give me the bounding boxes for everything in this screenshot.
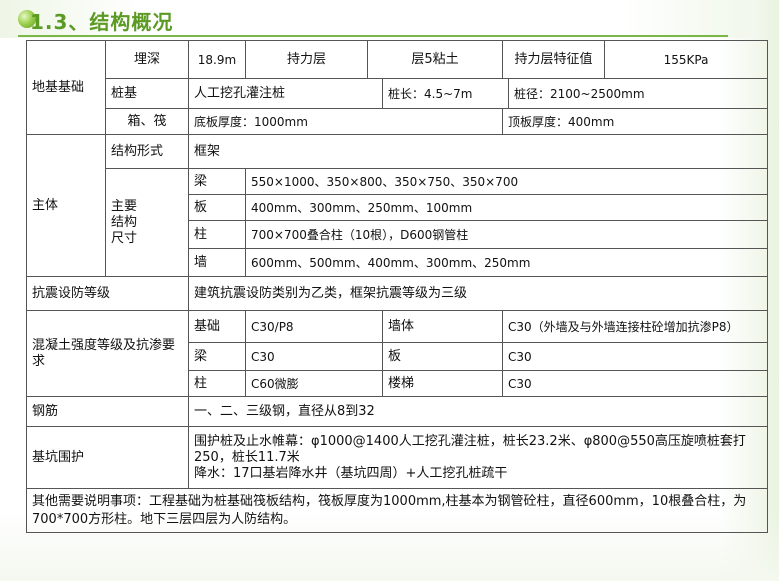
- form-value: 框架: [187, 134, 769, 169]
- concrete-item-value: C30: [501, 370, 769, 397]
- size-item-value: 600mm、500mm、400mm、300mm、250mm: [244, 248, 769, 277]
- bearing-layer-value: 层5粘土: [367, 40, 503, 79]
- pile-length: 桩长：4.5~7m: [382, 78, 509, 109]
- form-label: 结构形式: [105, 134, 189, 169]
- concrete-item-value: C30: [501, 342, 769, 371]
- table-row: 箱、筏 底板厚度：1000mm 顶板厚度：400mm: [27, 108, 769, 135]
- size-item-value: 550×1000、350×800、350×750、350×700: [244, 168, 769, 195]
- size-label-line: 主要: [111, 198, 138, 214]
- structure-table: 地基基础 埋深 18.9m 持力层 层5粘土 持力层特征值 155KPa 桩基 …: [25, 40, 769, 533]
- size-item-label: 墙: [188, 248, 246, 277]
- table-row: 抗震设防等级 建筑抗震设防类别为乙类，框架抗震等级为三级: [26, 276, 769, 311]
- concrete-item-label: 板: [382, 342, 503, 371]
- concrete-item-value: C30（外墙及与外墙连接柱砼增加抗渗P8）: [501, 310, 769, 343]
- concrete-label: 混凝土强度等级及抗渗要求: [26, 310, 189, 397]
- size-label-line: 结构: [111, 214, 138, 230]
- rebar-value: 一、二、三级钢，直径从8到32: [187, 396, 769, 427]
- size-label-line: 尺寸: [111, 230, 138, 246]
- concrete-item-value: C60微膨: [245, 370, 383, 397]
- table-row: 主要 结构 尺寸 梁 550×1000、350×800、350×750、350×…: [27, 168, 769, 277]
- table-row: 基坑围护 围护桩及止水帷幕：φ1000@1400人工挖孔灌注桩，桩长23.2米、…: [26, 426, 769, 489]
- concrete-item-label: 墙体: [382, 310, 503, 343]
- size-item-value: 700×700叠合柱（10根），D600钢管柱: [244, 220, 769, 249]
- table-row: 主体 结构形式 框架: [26, 134, 769, 277]
- depth-value: 18.9m: [188, 40, 246, 79]
- concrete-item-label: 梁: [188, 342, 246, 371]
- pile-value: 人工挖孔灌注桩: [188, 78, 383, 109]
- seismic-value: 建筑抗震设防类别为乙类，框架抗震等级为三级: [187, 276, 769, 311]
- page-title: 1.3、结构概况: [30, 10, 174, 34]
- table-row: 钢筋 一、二、三级钢，直径从8到32: [26, 396, 769, 427]
- concrete-item-label: 基础: [188, 310, 246, 343]
- pile-label: 桩基: [105, 78, 189, 109]
- table-row: 桩基 人工挖孔灌注桩 桩长：4.5~7m 桩径：2100~2500mm: [27, 78, 769, 109]
- box-label: 箱、筏: [105, 108, 189, 135]
- seismic-label: 抗震设防等级: [26, 276, 189, 311]
- size-label: 主要 结构 尺寸: [105, 168, 189, 277]
- size-item-label: 板: [188, 194, 246, 221]
- table-row: 地基基础 埋深 18.9m 持力层 层5粘土 持力层特征值 155KPa: [26, 40, 769, 135]
- size-item-label: 柱: [188, 220, 246, 249]
- concrete-item-value: C30/P8: [245, 310, 383, 343]
- table-row: 其他需要说明事项：工程基础为桩基础筏板结构，筏板厚度为1000mm,柱基本为钢管…: [25, 488, 769, 533]
- bearing-char-value: 155KPa: [604, 40, 769, 79]
- main-body-label: 主体: [26, 134, 106, 277]
- pit-line: 围护桩及止水帷幕：φ1000@1400人工挖孔灌注桩，桩长23.2米、φ800@…: [194, 433, 746, 465]
- title-divider: [18, 35, 728, 37]
- bearing-char-label: 持力层特征值: [501, 40, 606, 79]
- size-item-value: 400mm、300mm、250mm、100mm: [244, 194, 769, 221]
- base-thickness: 底板厚度：1000mm: [188, 108, 503, 135]
- concrete-item-value: C30: [245, 342, 383, 371]
- table-row: 混凝土强度等级及抗渗要求 基础 C30/P8 墙体 C30（外墙及与外墙连接柱砼…: [26, 310, 769, 397]
- rebar-label: 钢筋: [26, 396, 189, 427]
- top-thickness: 顶板厚度：400mm: [501, 108, 769, 135]
- size-item-label: 梁: [188, 168, 246, 195]
- depth-label: 埋深: [105, 40, 189, 79]
- pit-line: 降水：17口基岩降水井（基坑四周）+人工挖孔桩疏干: [194, 465, 508, 481]
- note-text: 其他需要说明事项：工程基础为桩基础筏板结构，筏板厚度为1000mm,柱基本为钢管…: [25, 488, 769, 533]
- concrete-item-label: 柱: [188, 370, 246, 397]
- pit-value: 围护桩及止水帷幕：φ1000@1400人工挖孔灌注桩，桩长23.2米、φ800@…: [187, 426, 769, 489]
- concrete-item-label: 楼梯: [382, 370, 503, 397]
- pit-label: 基坑围护: [26, 426, 189, 489]
- bearing-layer-label: 持力层: [245, 40, 368, 79]
- pile-diameter: 桩径：2100~2500mm: [507, 78, 769, 109]
- foundation-label: 地基基础: [26, 40, 106, 135]
